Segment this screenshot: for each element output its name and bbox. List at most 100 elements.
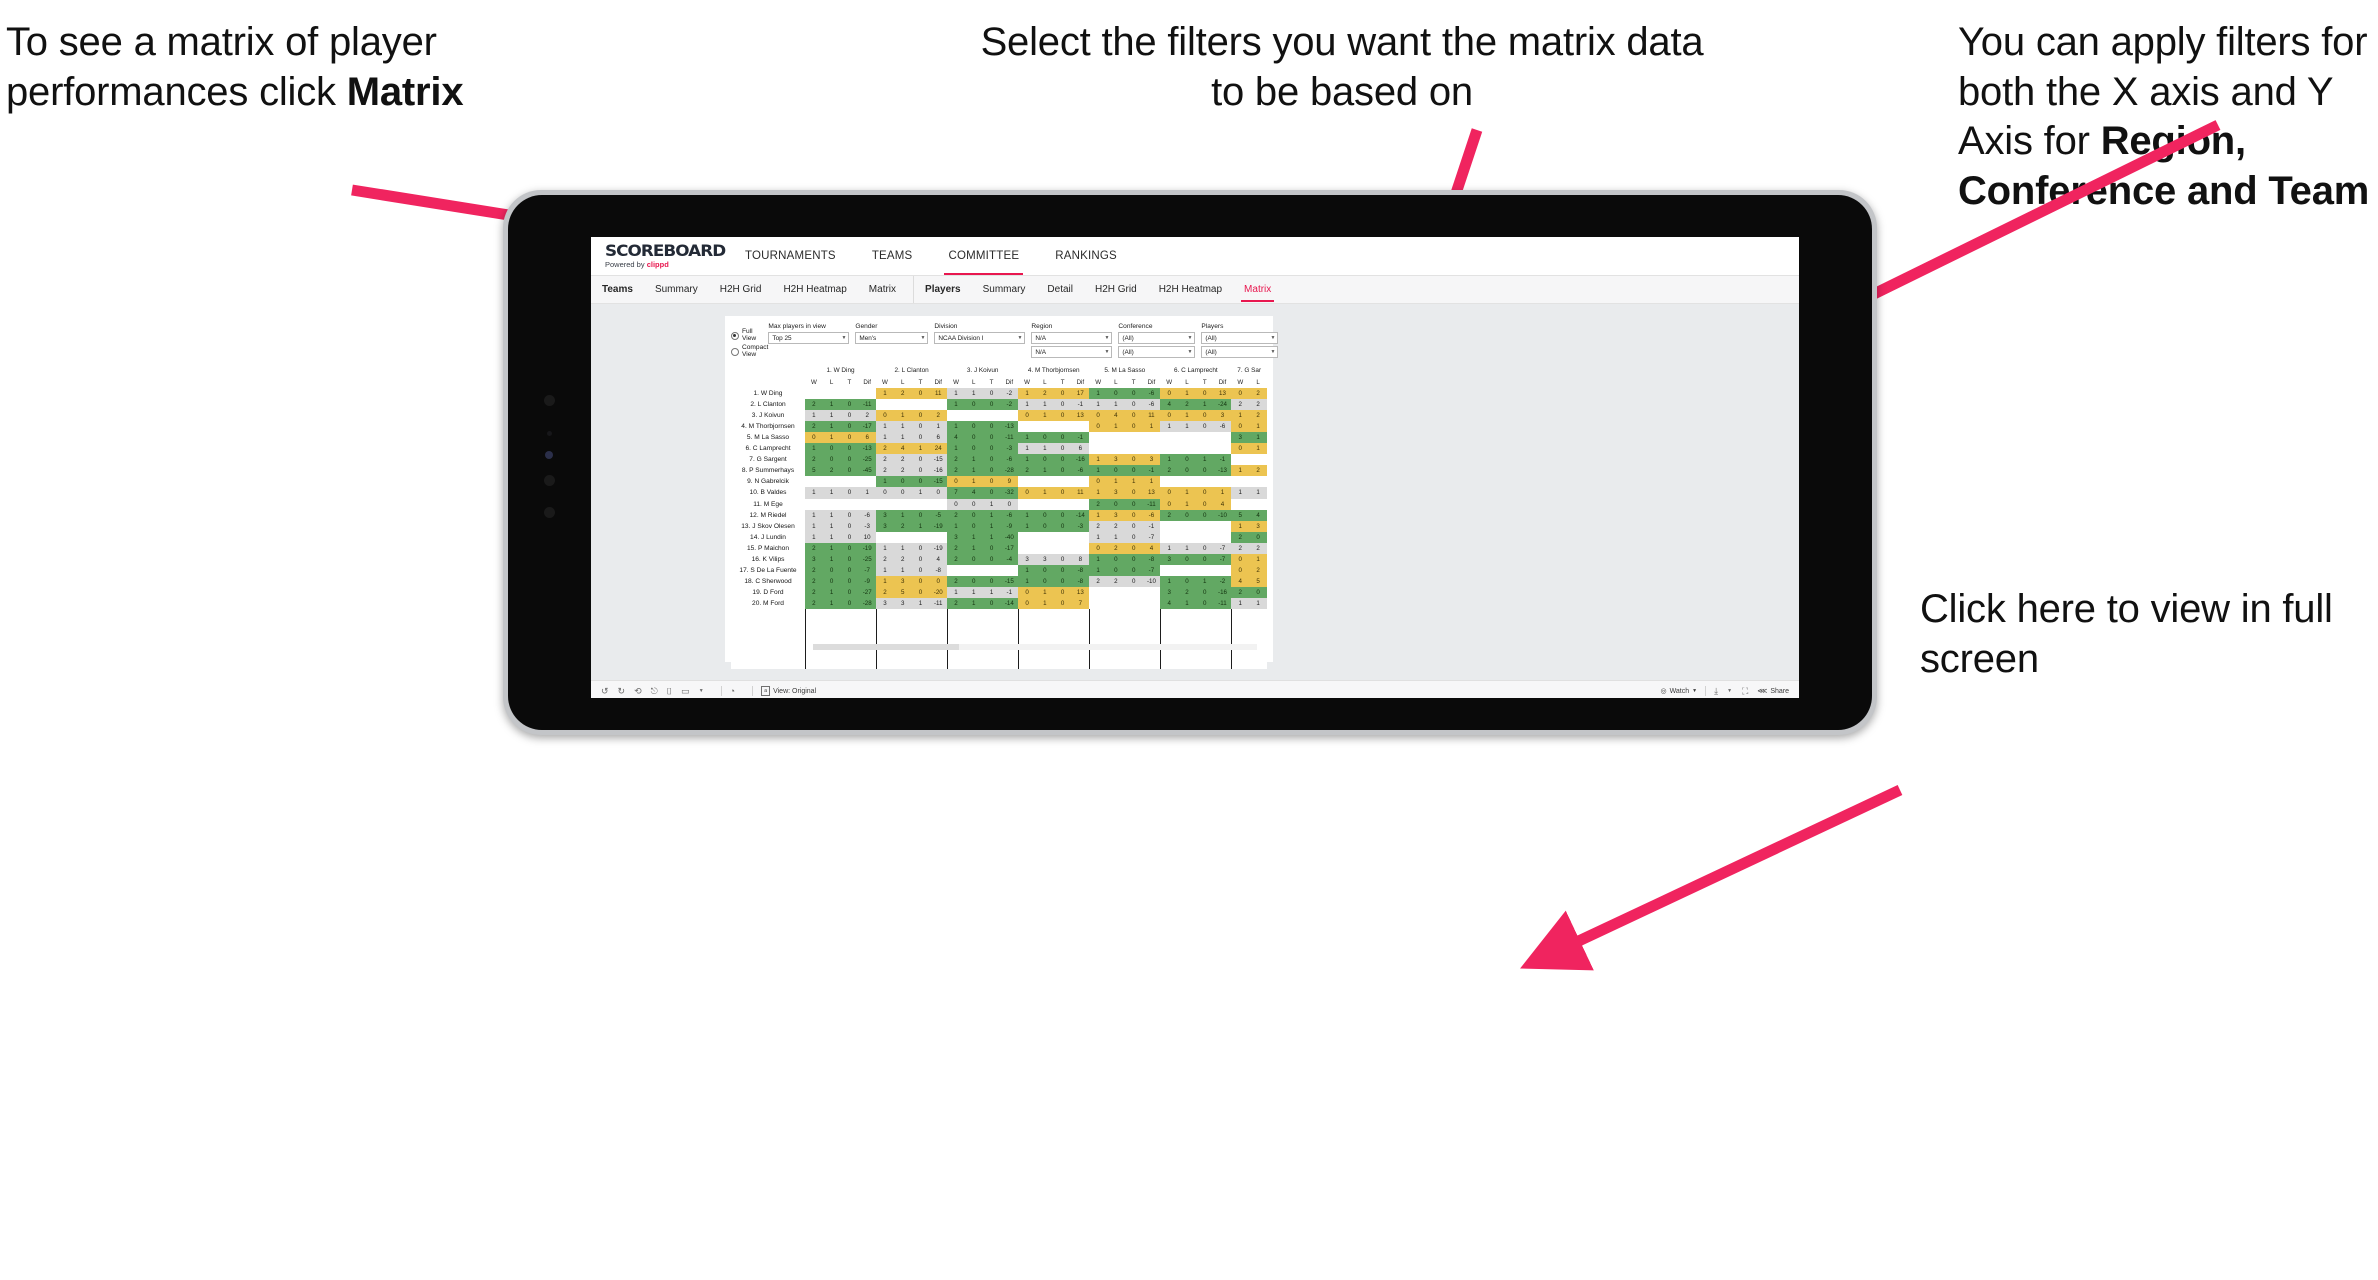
- matrix-cell[interactable]: 17: [1071, 387, 1090, 399]
- matrix-cell[interactable]: 0: [982, 387, 1001, 399]
- matrix-cell[interactable]: 0: [911, 542, 930, 554]
- matrix-cell[interactable]: 2: [1089, 576, 1108, 588]
- scrollbar-thumb[interactable]: [813, 644, 959, 650]
- tab-teams-h2h-heatmap[interactable]: H2H Heatmap: [772, 276, 857, 303]
- matrix-cell[interactable]: 0: [1124, 531, 1143, 543]
- nav-tournaments[interactable]: TOURNAMENTS: [727, 237, 854, 275]
- matrix-cell[interactable]: 1: [982, 509, 1001, 521]
- matrix-cell[interactable]: 0: [1195, 598, 1214, 610]
- matrix-cell[interactable]: 1: [1213, 487, 1232, 499]
- matrix-cell[interactable]: 2: [1249, 465, 1267, 477]
- matrix-cell[interactable]: -6: [1071, 465, 1090, 477]
- matrix-cell[interactable]: 0: [1124, 387, 1143, 399]
- matrix-cell[interactable]: -3: [1071, 520, 1090, 532]
- matrix-cell[interactable]: 2: [1249, 398, 1267, 410]
- matrix-cell[interactable]: 4: [1231, 576, 1250, 588]
- matrix-cell[interactable]: 2: [947, 454, 965, 466]
- matrix-cell[interactable]: 0: [1053, 553, 1072, 566]
- matrix-cell[interactable]: 1: [947, 398, 965, 410]
- matrix-cell[interactable]: -6: [858, 509, 877, 521]
- matrix-cell[interactable]: 2: [876, 587, 894, 599]
- matrix-cell[interactable]: 0: [1000, 498, 1019, 510]
- matrix-cell[interactable]: -2: [1213, 576, 1232, 588]
- matrix-cell[interactable]: -6: [1213, 420, 1232, 432]
- matrix-cell[interactable]: 1: [805, 443, 823, 455]
- matrix-cell[interactable]: 2: [1089, 520, 1108, 532]
- matrix-cell[interactable]: -11: [1142, 498, 1161, 510]
- matrix-cell[interactable]: 1: [1231, 409, 1250, 421]
- matrix-cell[interactable]: 1: [911, 487, 930, 499]
- matrix-cell[interactable]: 0: [840, 587, 859, 599]
- matrix-cell[interactable]: 1: [1160, 420, 1179, 432]
- matrix-cell[interactable]: 1: [876, 387, 894, 399]
- matrix-cell[interactable]: 11: [1071, 487, 1090, 499]
- matrix-cell[interactable]: 0: [1178, 454, 1196, 466]
- matrix-cell[interactable]: 4: [1142, 542, 1161, 554]
- matrix-cell[interactable]: 0: [1124, 520, 1143, 532]
- matrix-cell[interactable]: 1: [1089, 454, 1108, 466]
- matrix-cell[interactable]: -8: [1071, 576, 1090, 588]
- matrix-cell[interactable]: 1: [929, 420, 948, 432]
- tab-teams-matrix[interactable]: Matrix: [858, 276, 907, 303]
- matrix-cell[interactable]: 1: [1018, 509, 1036, 521]
- matrix-cell[interactable]: 0: [1249, 587, 1267, 599]
- matrix-cell[interactable]: 1: [982, 498, 1001, 510]
- matrix-cell[interactable]: 0: [1053, 431, 1072, 444]
- matrix-cell[interactable]: 1: [947, 443, 965, 455]
- matrix-cell[interactable]: -28: [1000, 465, 1019, 477]
- matrix-cell[interactable]: 3: [876, 520, 894, 532]
- matrix-cell[interactable]: -15: [929, 454, 948, 466]
- matrix-cell[interactable]: -25: [858, 553, 877, 566]
- matrix-cell[interactable]: 2: [805, 420, 823, 432]
- filter-region-select-x[interactable]: N/A ▼: [1031, 332, 1113, 344]
- matrix-cell[interactable]: 0: [1107, 565, 1125, 577]
- matrix-cell[interactable]: -6: [1142, 387, 1161, 399]
- matrix-cell[interactable]: -16: [1071, 454, 1090, 466]
- matrix-cell[interactable]: 1: [911, 598, 930, 610]
- matrix-cell[interactable]: -40: [1000, 531, 1019, 543]
- matrix-cell[interactable]: -4: [1000, 553, 1019, 566]
- matrix-cell[interactable]: 5: [1231, 509, 1250, 521]
- matrix-cell[interactable]: -45: [858, 465, 877, 477]
- matrix-cell[interactable]: 0: [840, 431, 859, 444]
- matrix-cell[interactable]: 1: [1249, 443, 1267, 455]
- matrix-cell[interactable]: 0: [1018, 587, 1036, 599]
- matrix-cell[interactable]: 0: [1124, 487, 1143, 499]
- filter-conference-select-y[interactable]: (All) ▼: [1118, 346, 1196, 358]
- matrix-cell[interactable]: -10: [1142, 576, 1161, 588]
- matrix-cell[interactable]: 1: [947, 387, 965, 399]
- matrix-cell[interactable]: 1: [1035, 443, 1054, 455]
- matrix-cell[interactable]: 0: [840, 531, 859, 543]
- matrix-cell[interactable]: 0: [964, 576, 983, 588]
- matrix-cell[interactable]: -6: [1000, 509, 1019, 521]
- matrix-cell[interactable]: 0: [840, 542, 859, 554]
- matrix-cell[interactable]: -3: [858, 520, 877, 532]
- matrix-cell[interactable]: 11: [929, 387, 948, 399]
- matrix-cell[interactable]: 1: [1178, 542, 1196, 554]
- matrix-cell[interactable]: 0: [964, 520, 983, 532]
- matrix-cell[interactable]: 0: [822, 565, 841, 577]
- matrix-cell[interactable]: 0: [1124, 398, 1143, 410]
- matrix-cell[interactable]: 1: [1249, 553, 1267, 566]
- matrix-cell[interactable]: 0: [1195, 498, 1214, 510]
- matrix-cell[interactable]: 0: [1053, 454, 1072, 466]
- matrix-cell[interactable]: 3: [893, 576, 912, 588]
- matrix-cell[interactable]: 0: [964, 553, 983, 566]
- matrix-cell[interactable]: 0: [1124, 509, 1143, 521]
- matrix-cell[interactable]: 13: [1213, 387, 1232, 399]
- matrix-cell[interactable]: 1: [1231, 520, 1250, 532]
- matrix-cell[interactable]: -1: [1071, 431, 1090, 444]
- matrix-cell[interactable]: 0: [1035, 431, 1054, 444]
- matrix-cell[interactable]: 3: [893, 598, 912, 610]
- matrix-cell[interactable]: 0: [1195, 387, 1214, 399]
- matrix-cell[interactable]: 0: [893, 476, 912, 488]
- filter-max-players-select[interactable]: Top 25 ▼: [768, 332, 850, 344]
- matrix-cell[interactable]: 1: [876, 565, 894, 577]
- matrix-cell[interactable]: 1: [1178, 409, 1196, 421]
- matrix-cell[interactable]: 1: [893, 409, 912, 421]
- matrix-cell[interactable]: -13: [1213, 465, 1232, 477]
- matrix-cell[interactable]: 2: [1231, 542, 1250, 554]
- matrix-cell[interactable]: 0: [929, 487, 948, 499]
- matrix-cell[interactable]: 4: [1160, 398, 1179, 410]
- matrix-cell[interactable]: 0: [840, 409, 859, 421]
